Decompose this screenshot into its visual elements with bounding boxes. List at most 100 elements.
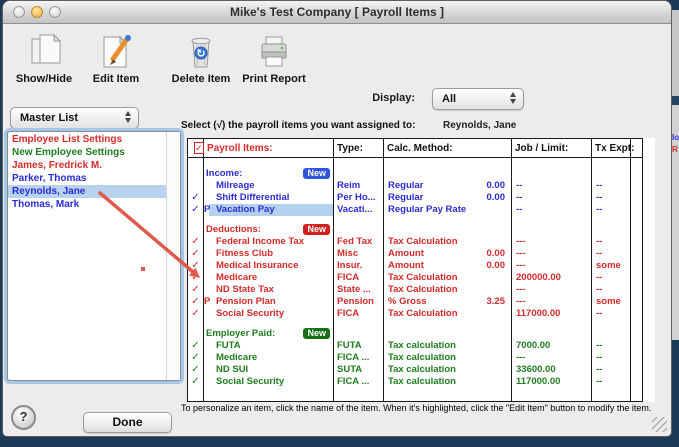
item-name[interactable]: Vacation Pay: [209, 204, 275, 215]
item-cell: PVacation Pay: [203, 204, 333, 216]
master-list-dropdown[interactable]: Master List: [10, 107, 139, 129]
job-limit-cell: ---: [511, 284, 591, 296]
tx-expt-cell: --: [591, 340, 630, 352]
display-label: Display:: [333, 92, 415, 104]
type-cell: Reim: [333, 180, 383, 192]
tx-expt-cell: --: [591, 376, 630, 388]
calc-method-cell: Tax Calculation: [383, 272, 511, 284]
table-row: ✓ Social Security FICATax Calculation11700…: [188, 308, 642, 320]
list-item[interactable]: Thomas, Mark: [8, 198, 167, 211]
title-bar[interactable]: Mike's Test Company [ Payroll Items ]: [3, 1, 671, 24]
item-name[interactable]: Pension Plan: [209, 296, 276, 307]
assigned-checkmark[interactable]: ✓: [188, 272, 203, 284]
table-row: ✓FUTAFUTATax calculation7000.00--: [188, 340, 642, 352]
tx-expt-cell: some: [591, 260, 630, 272]
calc-method-name: Tax Calculation: [388, 272, 458, 284]
type-cell: FICA ...: [333, 376, 383, 388]
assigned-checkmark[interactable]: ✓: [188, 376, 203, 388]
job-limit-cell: ---: [511, 296, 591, 308]
print-report-button[interactable]: Print Report: [237, 33, 311, 85]
item-name[interactable]: Shift Differential: [209, 192, 289, 203]
edit-pencil-icon: [83, 33, 149, 71]
assigned-checkmark[interactable]: ✓: [188, 192, 203, 204]
item-name[interactable]: FUTA: [209, 340, 241, 351]
item-name[interactable]: Medicare: [209, 352, 257, 363]
type-cell: Vacati...: [333, 204, 383, 216]
assigned-checkmark[interactable]: ✓: [188, 308, 203, 320]
item-cell: FUTA: [203, 340, 333, 352]
item-cell: Social Security: [203, 376, 333, 388]
type-cell: FICA: [333, 308, 383, 320]
item-cell: Medical Insurance: [203, 260, 333, 272]
item-name[interactable]: Medical Insurance: [209, 260, 298, 271]
table-row: MilreageReimRegular0.00----: [188, 180, 642, 192]
column-header-tx-expt: Tx Expt:: [591, 143, 630, 154]
table-row: ✓MedicareFICA ...Tax calculation-----: [188, 352, 642, 364]
assigned-checkmark[interactable]: ✓: [188, 260, 203, 272]
list-item[interactable]: James, Fredrick M.: [8, 159, 167, 172]
item-name[interactable]: ND State Tax: [209, 284, 274, 295]
calc-method-name: Regular Pay Rate: [388, 204, 466, 216]
table-row: ✓Social SecurityFICA ...Tax calculation1…: [188, 376, 642, 388]
item-cell: Social Security: [203, 308, 333, 320]
column-header-job-limit: Job / Limit:: [511, 143, 591, 154]
type-cell: FICA: [333, 272, 383, 284]
job-limit-cell: 33600.00: [511, 364, 591, 376]
tx-expt-cell: --: [591, 192, 630, 204]
tx-expt-cell: some: [591, 296, 630, 308]
assigned-checkmark[interactable]: ✓: [188, 364, 203, 376]
tx-expt-cell: --: [591, 248, 630, 260]
new-badge: New: [303, 328, 330, 339]
assigned-checkmark[interactable]: ✓: [188, 248, 203, 260]
payroll-table: ✓ Payroll Items: Type: Calc. Method: Job…: [187, 138, 643, 402]
calc-method-cell: Regular Pay Rate: [383, 204, 511, 216]
edit-item-button[interactable]: Edit Item: [83, 33, 149, 85]
calc-method-cell: Tax Calculation: [383, 308, 511, 320]
job-limit-cell: --: [511, 180, 591, 192]
display-dropdown[interactable]: All: [432, 88, 524, 110]
done-button[interactable]: Done: [83, 412, 172, 433]
assigned-checkmark[interactable]: ✓: [188, 296, 203, 308]
delete-item-button[interactable]: ↻ Delete Item: [165, 33, 237, 85]
item-name[interactable]: Milreage: [209, 180, 255, 191]
item-name[interactable]: Federal Income Tax: [209, 236, 304, 247]
item-cell: ND SUI: [203, 364, 333, 376]
table-row: ✓Shift DifferentialPer Ho...Regular0.00-…: [188, 192, 642, 204]
type-cell: State ...: [333, 284, 383, 296]
item-name[interactable]: Social Security: [209, 308, 284, 319]
job-limit-cell: 117000.00: [511, 308, 591, 320]
item-name[interactable]: Fitness Club: [209, 248, 273, 259]
background-window-text: R: [672, 145, 678, 154]
calc-method-name: Tax calculation: [388, 340, 456, 352]
calc-method-value: 0.00: [487, 180, 506, 192]
assigned-checkmark[interactable]: ✓: [188, 284, 203, 296]
assigned-checkmark[interactable]: ✓: [188, 340, 203, 352]
calc-method-value: 3.25: [487, 296, 506, 308]
job-limit-cell: --: [511, 204, 591, 216]
type-cell: Misc: [333, 248, 383, 260]
job-limit-cell: --: [511, 192, 591, 204]
item-cell: Medicare: [203, 352, 333, 364]
assigned-checkmark[interactable]: ✓: [188, 204, 203, 216]
list-item[interactable]: Reynolds, Jane: [8, 185, 167, 198]
list-item[interactable]: New Employee Settings: [8, 146, 167, 159]
list-item[interactable]: Employee List Settings: [8, 133, 167, 146]
resize-grip[interactable]: [652, 417, 667, 432]
item-name[interactable]: ND SUI: [209, 364, 248, 375]
assigned-checkmark[interactable]: ✓: [188, 236, 203, 248]
help-button[interactable]: ?: [11, 405, 36, 430]
item-cell: Fitness Club: [203, 248, 333, 260]
calc-method-name: Tax Calculation: [388, 236, 458, 248]
item-name[interactable]: Social Security: [209, 376, 284, 387]
employee-list-scrollbar[interactable]: [166, 132, 180, 380]
list-item[interactable]: Parker, Thomas: [8, 172, 167, 185]
assigned-checkmark[interactable]: ✓: [188, 352, 203, 364]
svg-text:↻: ↻: [196, 48, 205, 60]
check-cell: [188, 224, 203, 236]
calc-method-name: Tax calculation: [388, 376, 456, 388]
item-name[interactable]: Medicare: [209, 272, 257, 283]
tx-expt-cell: --: [591, 272, 630, 284]
assigned-checkmark[interactable]: [188, 180, 203, 192]
show-hide-button[interactable]: Show/Hide: [7, 33, 81, 85]
type-cell: SUTA: [333, 364, 383, 376]
